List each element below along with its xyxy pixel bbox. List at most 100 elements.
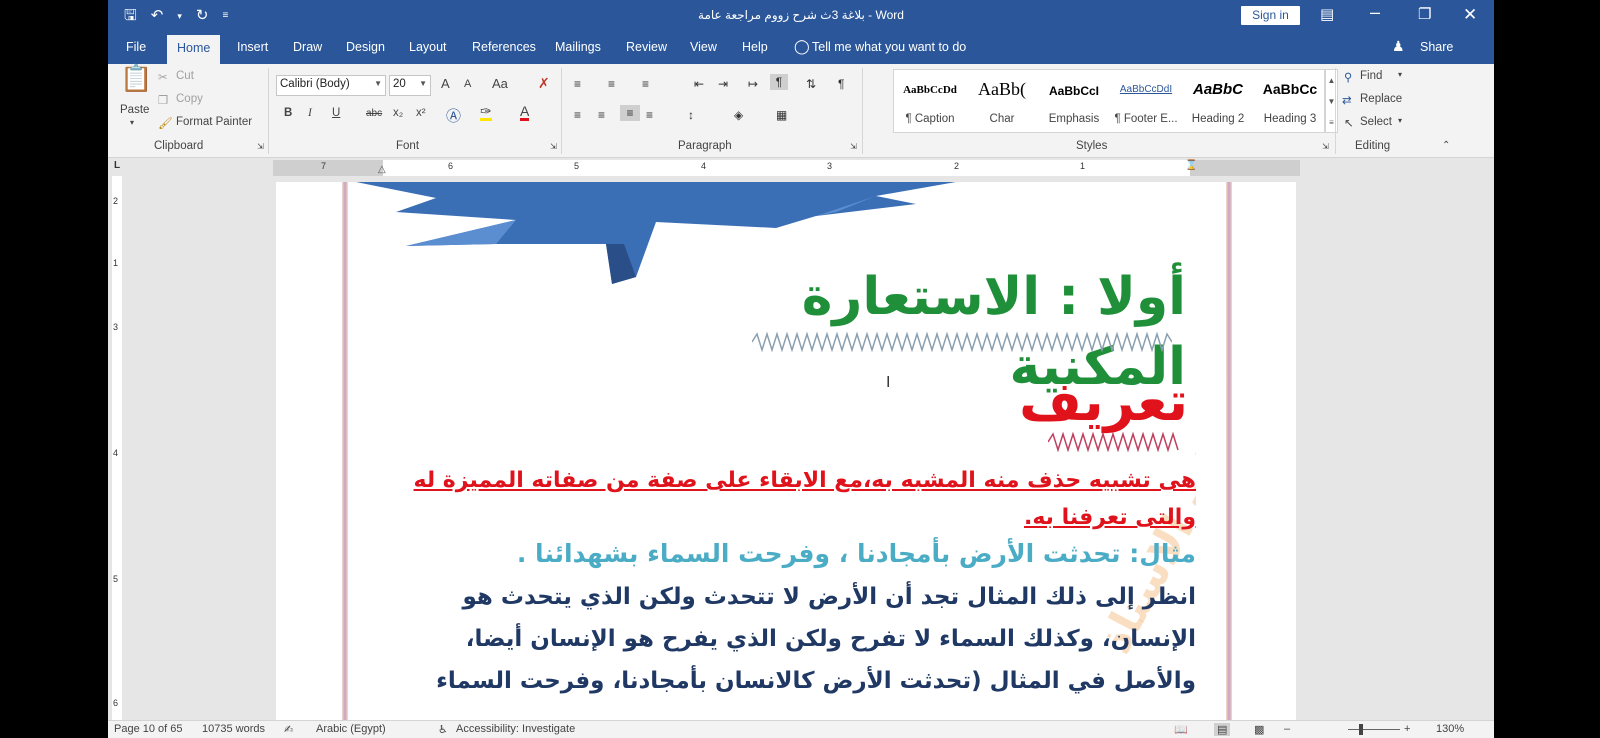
bold-button[interactable]: B [284,107,292,119]
right-indent-marker-icon[interactable]: △ [378,164,386,175]
vertical-ruler[interactable]: 2 1 3 4 5 6 [108,176,126,720]
select-button[interactable]: Select [1360,116,1392,128]
style-caption[interactable]: AaBbCcDd ¶ Caption [894,70,966,132]
tab-home[interactable]: Home [167,35,221,64]
proofing-icon[interactable]: ✍ [284,723,293,736]
multilevel-list-icon[interactable]: ≡ [642,76,649,92]
text-effects-icon[interactable]: Ⓐ [446,105,461,126]
word-count[interactable]: 10735 words [202,723,265,735]
font-size-combo[interactable]: 20 ▼ [389,75,431,96]
find-button[interactable]: Find [1360,70,1382,82]
minimize-icon[interactable]: – [1370,2,1380,22]
accessibility-status[interactable]: Accessibility: Investigate [456,723,575,735]
ruler-number: 1 [113,258,119,268]
heading-definition[interactable]: تعريف [1016,370,1188,434]
horizontal-ruler[interactable]: 7 6 5 4 3 2 1 ⌛ △ [273,160,1300,176]
strikethrough-button[interactable]: abc [366,108,382,119]
borders-icon[interactable]: ▦ [776,107,787,123]
decrease-indent-icon[interactable]: ⇤ [694,76,704,92]
zoom-slider-thumb[interactable] [1359,724,1363,735]
format-painter-button[interactable]: Format Painter [176,116,252,128]
vertical-scrollbar[interactable] [1484,176,1494,720]
tab-mailings[interactable]: Mailings [555,40,601,54]
document-page[interactable]: خاص مجموعات الاستاذ أولا : الاستعارة الم… [276,182,1296,720]
shading-icon[interactable]: ◈ [734,107,743,123]
zoom-slider[interactable] [1348,729,1400,730]
close-icon[interactable]: ✕ [1463,5,1477,25]
restore-icon[interactable]: ❐ [1418,5,1431,25]
paste-button[interactable]: Paste [120,104,149,116]
replace-button[interactable]: Replace [1360,93,1402,105]
print-layout-icon[interactable]: ▤ [1214,723,1231,736]
line-spacing-icon[interactable]: ↕ [688,107,694,123]
underline-button[interactable]: U [332,107,340,119]
shrink-font-button[interactable]: A [464,78,471,90]
sign-in-button[interactable]: Sign in [1241,6,1300,25]
tab-draw[interactable]: Draw [293,40,322,54]
font-color-icon[interactable]: A [520,104,530,121]
font-group-label: Font [396,140,420,152]
grow-font-button[interactable]: A [441,76,450,91]
style-emphasis[interactable]: AaBbCcI Emphasis [1038,70,1110,132]
paste-icon[interactable]: 📋 [120,65,152,104]
styles-gallery-scroll[interactable]: ▲ ▼ ≡ [1325,69,1338,133]
subscript-button[interactable]: x₂ [393,107,403,119]
language-indicator[interactable]: Arabic (Egypt) [316,723,386,735]
align-center-icon[interactable]: ≡ [598,107,605,123]
share-button[interactable]: Share [1420,40,1453,54]
clear-formatting-icon[interactable]: ✗ [538,75,550,92]
align-left-icon[interactable]: ≡ [574,107,581,123]
highlight-icon[interactable]: ✑ [480,104,492,121]
increase-indent-icon[interactable]: ⇥ [718,76,728,92]
clipboard-launcher-icon[interactable]: ⇲ [257,142,264,151]
tab-references[interactable]: References [472,40,536,54]
tab-insert[interactable]: Insert [237,40,268,54]
collapse-ribbon-icon[interactable]: ⌃ [1442,140,1450,151]
style-char[interactable]: AaBb( Char [966,70,1038,132]
rtl-icon[interactable]: ¶ [770,74,788,90]
show-formatting-icon[interactable]: ¶ [838,76,844,92]
font-launcher-icon[interactable]: ⇲ [550,142,557,151]
paragraph-launcher-icon[interactable]: ⇲ [850,142,857,151]
copy-button[interactable]: Copy [176,93,203,105]
tell-me-search[interactable]: Tell me what you want to do [812,40,966,54]
change-case-button[interactable]: Aa [492,76,508,91]
tab-layout[interactable]: Layout [409,40,447,54]
tab-help[interactable]: Help [742,40,768,54]
style-heading-2[interactable]: AaBbC Heading 2 [1182,70,1254,132]
superscript-button[interactable]: x² [416,107,426,119]
numbering-icon[interactable]: ≡ [608,76,615,92]
zoom-level[interactable]: 130% [1436,723,1464,735]
chevron-down-icon[interactable]: ▾ [1398,70,1402,79]
ruler-number: 2 [954,161,960,171]
justify-icon[interactable]: ≡ [646,107,653,123]
chevron-down-icon[interactable]: ▾ [1398,116,1402,125]
styles-launcher-icon[interactable]: ⇲ [1322,142,1329,151]
page-count[interactable]: Page 10 of 65 [114,723,183,735]
bullets-icon[interactable]: ≡ [574,76,581,92]
cut-button[interactable]: Cut [176,70,194,82]
ribbon-display-options-icon[interactable]: ▤ [1320,5,1334,25]
web-layout-icon[interactable]: ▩ [1254,723,1264,736]
indent-marker-icon[interactable]: ⌛ [1185,160,1197,171]
example-paragraph[interactable]: مثال: تحدثت الأرض بأمجادنا ، وفرحت السما… [400,534,1196,574]
zoom-in-icon[interactable]: + [1404,723,1410,735]
tab-view[interactable]: View [690,40,717,54]
explanation-paragraph[interactable]: انظر إلى ذلك المثال تجد أن الأرض لا تتحد… [400,576,1196,702]
style-heading-3[interactable]: AaBbCc Heading 3 [1254,70,1326,132]
zoom-out-icon[interactable]: – [1284,723,1290,735]
tab-selector[interactable]: L [108,160,126,176]
font-name-combo[interactable]: Calibri (Body) ▼ [276,75,386,96]
tab-design[interactable]: Design [346,40,385,54]
sort-icon[interactable]: ⇅ [806,76,816,92]
read-mode-icon[interactable]: 📖 [1174,723,1188,736]
ltr-icon[interactable]: ↦ [748,76,758,92]
definition-paragraph[interactable]: هى تشبيه حذف منه المشبه به،مع الابقاء عل… [400,462,1196,536]
tab-review[interactable]: Review [626,40,667,54]
ruler-number: 3 [113,322,119,332]
italic-button[interactable]: I [308,107,312,119]
tab-file[interactable]: File [126,40,146,54]
style-footer[interactable]: AaBbCcDdI ¶ Footer E... [1110,70,1182,132]
align-right-icon[interactable]: ≡ [620,105,640,121]
paste-dropdown-icon[interactable]: ▾ [130,118,134,127]
